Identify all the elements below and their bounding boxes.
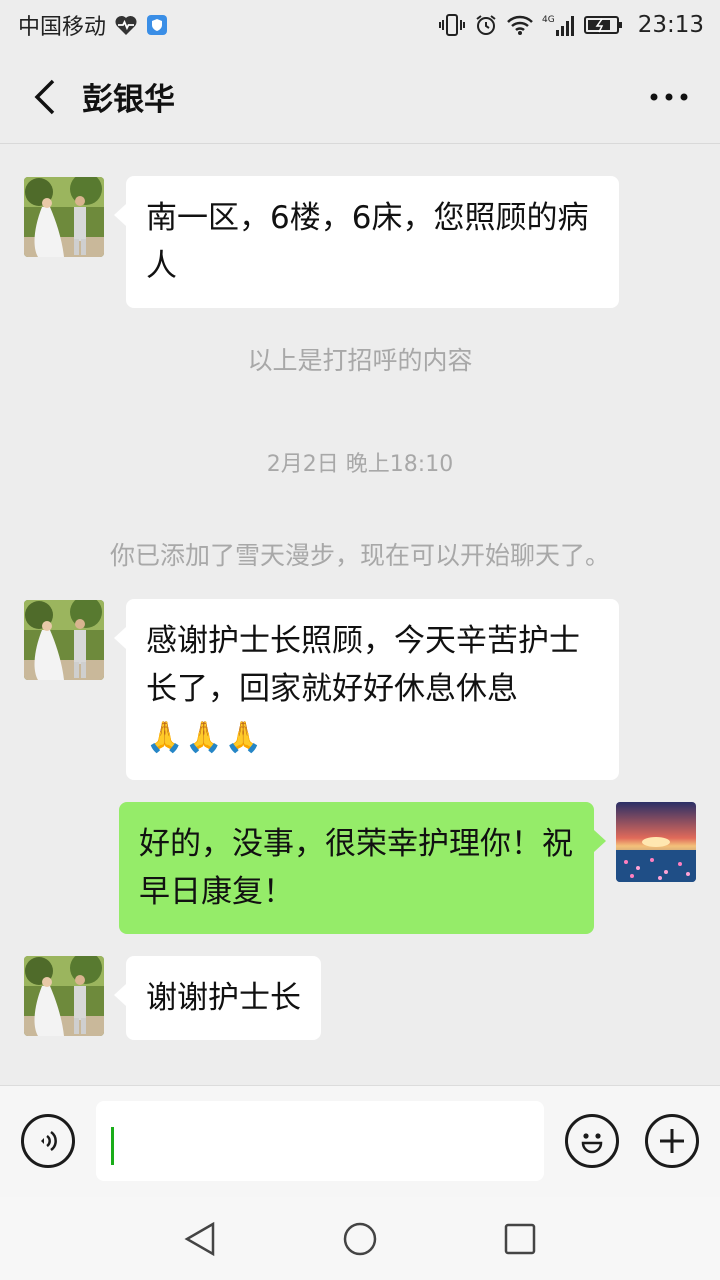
emoji-button[interactable]	[565, 1114, 619, 1168]
add-button[interactable]	[645, 1114, 699, 1168]
voice-icon	[41, 1130, 57, 1152]
page-title: 彭银华	[82, 82, 175, 118]
nav-back-icon	[184, 1221, 215, 1257]
contact-avatar[interactable]	[24, 600, 104, 680]
system-notice: 以上是打招呼的内容	[247, 346, 473, 375]
status-bar: 中国移动 4G 23:13	[0, 0, 720, 50]
nav-home-icon	[343, 1222, 377, 1256]
network-label: 4G	[542, 15, 555, 25]
my-avatar[interactable]	[616, 802, 696, 882]
emoji-icon	[581, 1133, 603, 1154]
message-text: 好的，没事，很荣幸护理你！祝早日康复！	[139, 826, 573, 910]
chat-area[interactable]: 南一区，6楼，6床，您照顾的病人 以上是打招呼的内容 2月2日 晚上18:10 …	[0, 145, 720, 1085]
voice-button[interactable]	[21, 1114, 75, 1168]
incoming-message-bubble[interactable]: 谢谢护士长	[114, 956, 321, 1040]
timestamp: 2月2日 晚上18:10	[266, 452, 454, 477]
carrier-label: 中国移动	[18, 15, 107, 40]
status-left: 中国移动	[18, 9, 168, 41]
nav-home-button[interactable]	[336, 1215, 384, 1263]
system-navigation-bar	[0, 1197, 720, 1280]
contact-avatar[interactable]	[24, 956, 104, 1036]
heart-pulse-icon	[114, 14, 138, 36]
alarm-icon	[474, 13, 498, 37]
message-text: 谢谢护士长	[146, 980, 301, 1016]
system-notice: 你已添加了雪天漫步，现在可以开始聊天了。	[109, 541, 610, 570]
incoming-message-bubble[interactable]: 感谢护士长照顾，今天辛苦护士长了，回家就好好休息休息 🙏🙏🙏	[114, 599, 619, 780]
contact-avatar[interactable]	[24, 177, 104, 257]
chat-header: 彭银华	[0, 50, 720, 144]
signal-icon: 4G	[542, 13, 576, 37]
add-icon	[660, 1129, 684, 1153]
vibrate-icon	[438, 13, 466, 37]
nav-back-button[interactable]	[176, 1215, 224, 1263]
incoming-message-bubble[interactable]: 南一区，6楼，6床，您照顾的病人	[114, 176, 619, 308]
shield-icon	[146, 13, 168, 37]
nav-recent-icon	[504, 1223, 536, 1255]
status-time: 23:13	[637, 12, 704, 38]
more-dots-icon	[650, 93, 688, 100]
message-text: 感谢护士长照顾，今天辛苦护士长了，回家就好好休息休息	[146, 623, 580, 707]
battery-icon	[583, 14, 624, 36]
status-right: 4G 23:13	[438, 12, 704, 38]
input-bar	[0, 1085, 720, 1197]
more-button[interactable]	[634, 67, 704, 127]
back-chevron-icon	[34, 79, 55, 114]
pray-emoji: 🙏🙏🙏	[146, 720, 265, 755]
text-caret	[111, 1127, 114, 1165]
nav-recent-button[interactable]	[496, 1215, 544, 1263]
back-button[interactable]	[14, 67, 74, 127]
message-input[interactable]	[96, 1101, 544, 1181]
wifi-icon	[506, 14, 534, 36]
outgoing-message-bubble[interactable]: 好的，没事，很荣幸护理你！祝早日康复！	[119, 802, 606, 934]
message-text: 南一区，6楼，6床，您照顾的病人	[146, 200, 589, 284]
